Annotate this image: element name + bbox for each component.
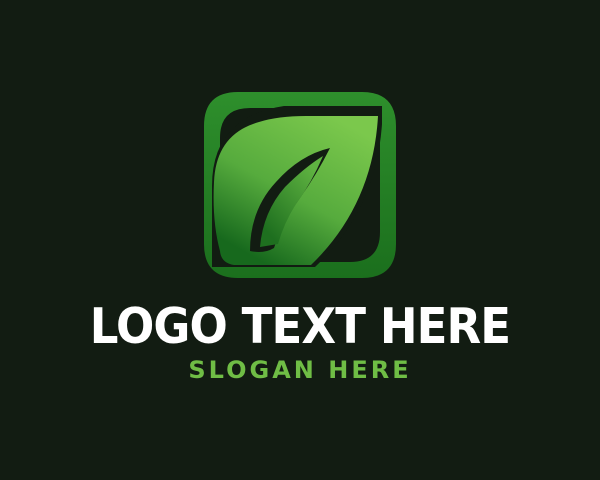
leaf-icon bbox=[204, 92, 396, 278]
brand-name: LOGO TEXT HERE bbox=[89, 298, 511, 355]
slogan: SLOGAN HERE bbox=[188, 356, 412, 384]
logo-canvas: LOGO TEXT HERE SLOGAN HERE bbox=[0, 0, 600, 480]
